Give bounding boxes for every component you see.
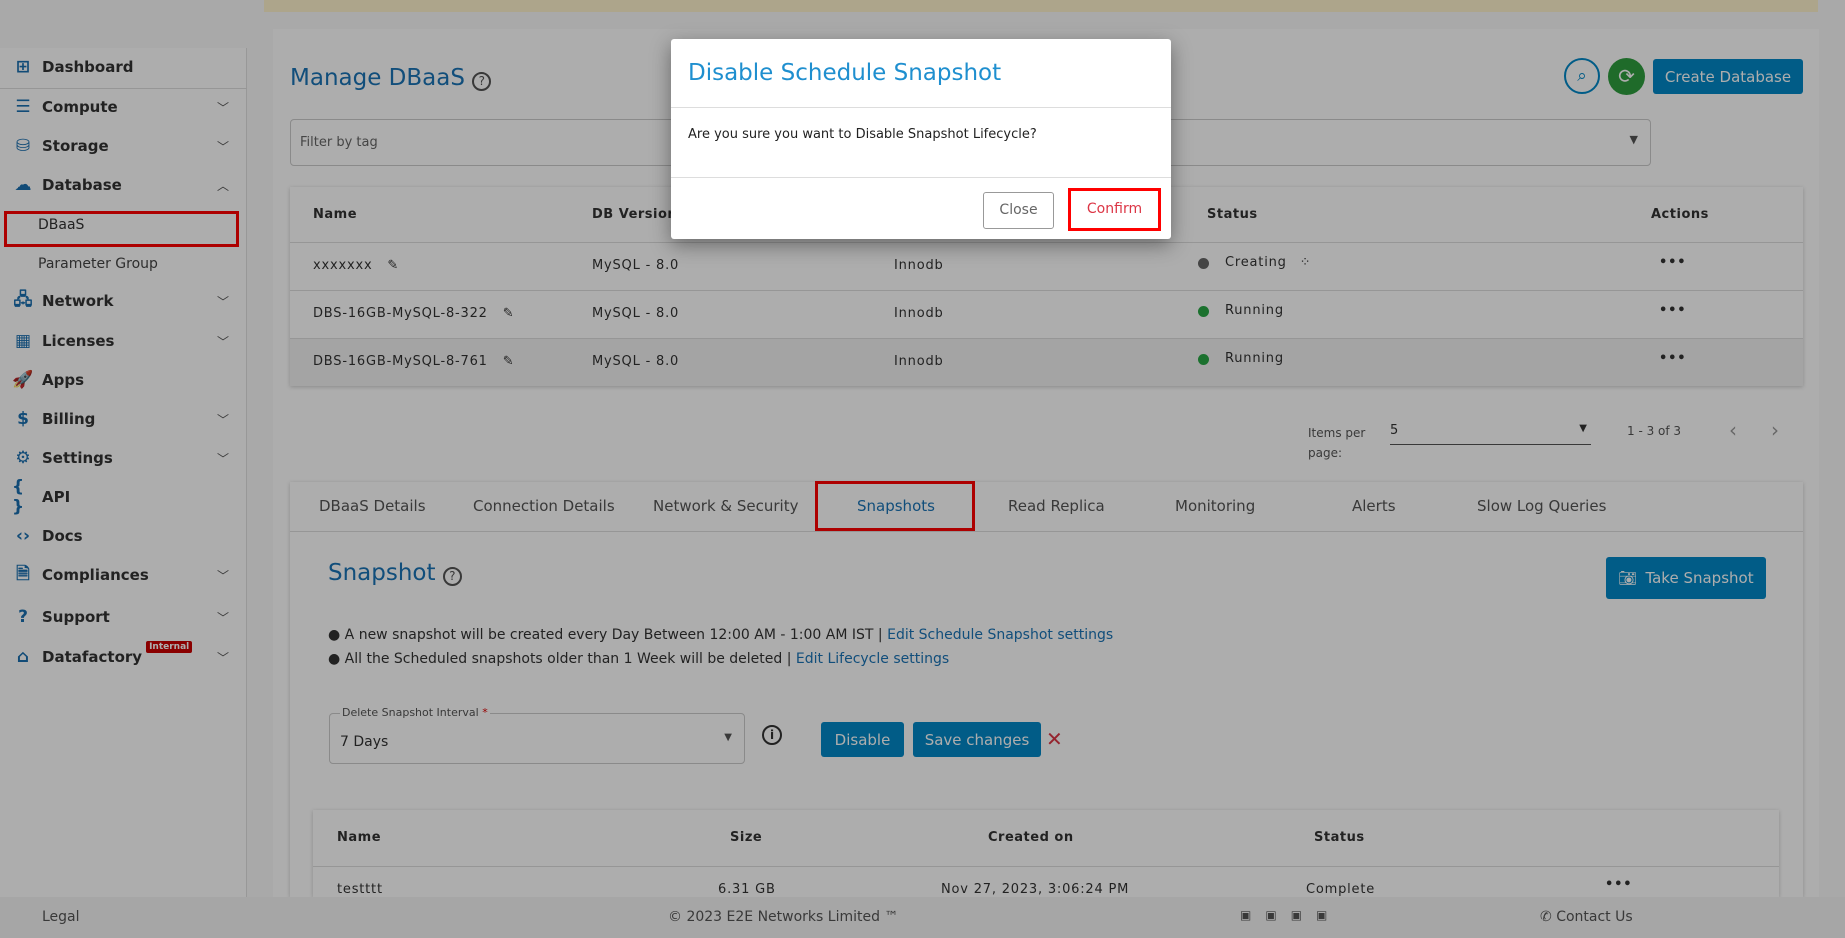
disable-snapshot-dialog: Disable Schedule Snapshot Are you sure y… [671,39,1171,239]
confirm-button[interactable]: Confirm [1068,188,1161,231]
close-button[interactable]: Close [983,192,1054,229]
dialog-message: Are you sure you want to Disable Snapsho… [688,127,1037,142]
dialog-title: Disable Schedule Snapshot [688,60,1002,86]
